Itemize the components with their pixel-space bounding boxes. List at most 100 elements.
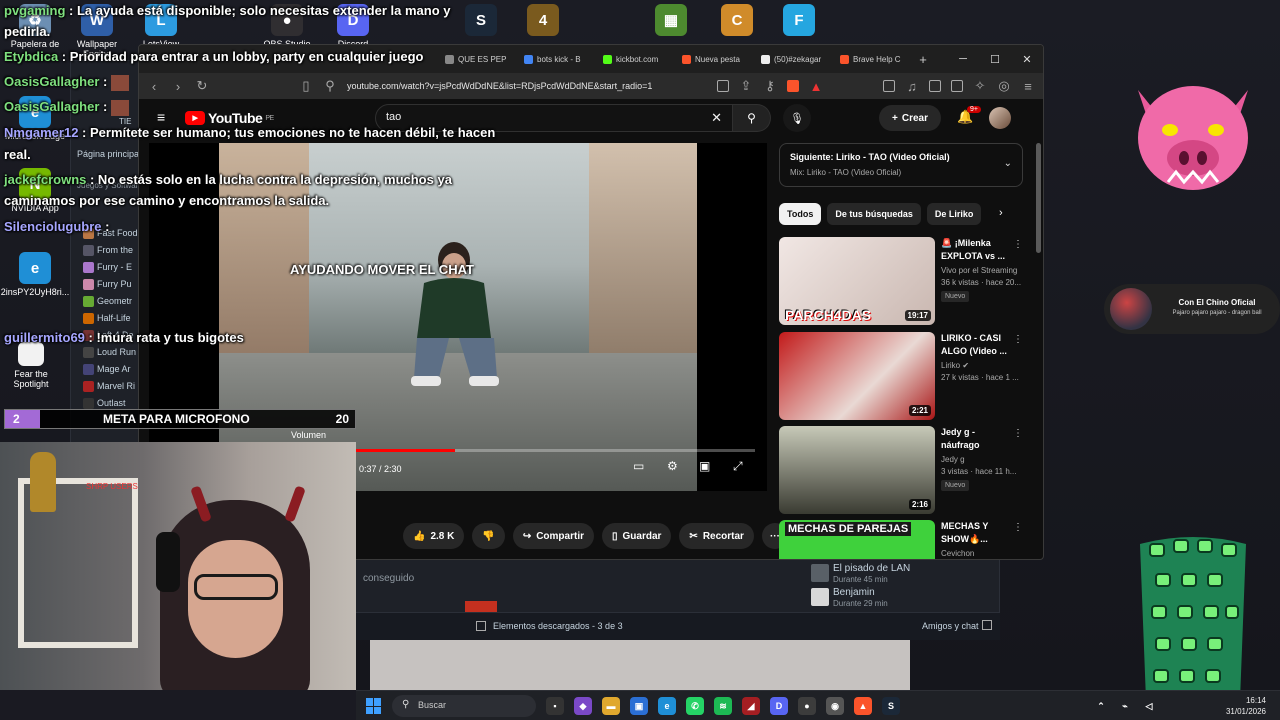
account-avatar[interactable] [989, 107, 1011, 129]
steam-game-item[interactable]: Geometr [83, 293, 132, 309]
clear-search-icon[interactable]: ✕ [711, 110, 722, 126]
menu-icon[interactable]: ≡ [1021, 79, 1035, 94]
task-view-icon[interactable]: ▪ [546, 697, 564, 715]
reload-icon[interactable]: ↻ [195, 78, 209, 94]
steam-game-item[interactable]: Marvel Ri [83, 378, 135, 394]
tab-search-icon[interactable] [951, 80, 963, 92]
music-icon[interactable]: ♫ [905, 79, 919, 94]
start-button[interactable] [366, 698, 382, 714]
volume-icon[interactable]: ◁ [1140, 697, 1158, 715]
miniplayer-icon[interactable]: ▣ [699, 459, 710, 473]
copilot-icon[interactable]: ◆ [574, 697, 592, 715]
steam-game-item[interactable]: Mage Ar [83, 361, 131, 377]
app-icon[interactable]: ◉ [826, 697, 844, 715]
friends-chat-button[interactable]: Amigos y chat [922, 621, 979, 631]
tlauncher-shortcut[interactable]: ▦ [636, 4, 706, 39]
building-right [589, 143, 697, 363]
sidebar-icon[interactable] [883, 80, 895, 92]
downloads-status[interactable]: Elementos descargados - 3 de 3 [493, 621, 623, 631]
recommendation-item[interactable]: PARCH4DAS 19:17 🚨 ¡Milenka EXPLOTA vs ..… [779, 237, 1023, 327]
steam-home-label[interactable]: Página principal [77, 149, 141, 159]
file-explorer-icon[interactable]: ▬ [602, 697, 620, 715]
recommendation-item[interactable]: MECHAS DE PAREJAS MECHAS Y SHOW🔥... Cevi… [779, 520, 1023, 559]
more-vert-icon[interactable]: ⋮ [1013, 239, 1023, 250]
back-icon[interactable]: ‹ [147, 79, 161, 94]
create-button[interactable]: + Crear [879, 105, 941, 131]
steam-game-item[interactable]: Half-Life [83, 310, 131, 326]
chip-from-liriko[interactable]: De Liriko [926, 203, 982, 225]
site-info-icon[interactable]: ⚲ [323, 78, 337, 94]
friend-avatar [811, 588, 829, 606]
minimize-button[interactable]: ─ [947, 53, 979, 65]
vpn-icon[interactable]: ◎ [997, 78, 1011, 94]
new-tab-button[interactable]: + [913, 52, 933, 67]
recommendation-item[interactable]: 2:21 LIRIKO - CASI ALGO (Video ... Lirik… [779, 332, 1023, 422]
chevron-down-icon[interactable]: ⌄ [1004, 158, 1012, 169]
close-window-button[interactable]: ✕ [1011, 53, 1043, 66]
photos-icon[interactable]: ▣ [630, 697, 648, 715]
more-vert-icon[interactable]: ⋮ [1013, 334, 1023, 345]
recommendation-item[interactable]: 2:16 Jedy g - náufrago Jedy g 3 vistas ·… [779, 426, 1023, 516]
scrollbar[interactable] [1036, 143, 1041, 253]
share-icon[interactable]: ⇪ [739, 78, 753, 94]
reading-list-icon[interactable] [929, 80, 941, 92]
browser-tab[interactable]: bots kick - B [518, 48, 596, 70]
share-button[interactable]: ↪ Compartir [512, 523, 594, 549]
brave-icon[interactable]: ▲ [854, 697, 872, 715]
rewards-icon[interactable]: ▲ [809, 79, 823, 94]
browser-tab[interactable]: Nueva pesta [676, 48, 754, 70]
edge-link-shortcut[interactable]: e 2insPY2UyH8ri... [0, 252, 70, 297]
browser-tab[interactable]: QUE ES PEP [439, 48, 517, 70]
dota-icon[interactable]: ◢ [742, 697, 760, 715]
steam-icon[interactable]: S [882, 697, 900, 715]
ai-icon[interactable]: ✧ [973, 78, 987, 94]
browser-tab[interactable]: (50)#zekagar [755, 48, 833, 70]
video-progress-bar[interactable] [355, 449, 755, 452]
cs2-shortcut[interactable]: C [702, 4, 772, 39]
chevron-right-icon[interactable]: › [999, 207, 1003, 219]
steam-game-item[interactable]: Furry - E [83, 259, 132, 275]
subtitles-icon[interactable]: ▭ [633, 459, 644, 473]
brave-shields-icon[interactable] [787, 80, 799, 92]
network-icon[interactable]: ⌁ [1116, 697, 1134, 715]
spotify-icon[interactable]: ≋ [714, 697, 732, 715]
fullscreen-icon[interactable]: ⤢ [733, 459, 743, 474]
chip-from-searches[interactable]: De tus búsquedas [827, 203, 921, 225]
steam-game-item[interactable]: From the [83, 242, 133, 258]
browser-tab[interactable]: kickbot.com [597, 48, 675, 70]
browser-tab[interactable]: Brave Help C [834, 48, 912, 70]
clip-button[interactable]: ✂ Recortar [679, 523, 754, 549]
maximize-button[interactable]: ☐ [979, 53, 1011, 66]
dislike-button[interactable]: 👎 [472, 523, 505, 549]
save-button[interactable]: ▯ Guardar [602, 523, 672, 549]
like-button[interactable]: 👍 2.8 K [403, 523, 465, 549]
up-next-panel[interactable]: Siguiente: Liriko - TAO (Video Oficial) … [779, 143, 1023, 187]
friend-item[interactable]: El pisado de LAN Durante 45 min [811, 563, 910, 585]
search-button[interactable]: ⚲ [733, 104, 771, 132]
key-icon[interactable]: ⚷ [763, 78, 777, 94]
url-field[interactable]: youtube.com/watch?v=jsPcdWdDdNE&list=RDj… [347, 81, 707, 91]
chip-all[interactable]: Todos [779, 203, 822, 225]
more-vert-icon[interactable]: ⋮ [1013, 428, 1023, 439]
more-vert-icon[interactable]: ⋮ [1013, 522, 1023, 533]
taskbar-search[interactable]: ⚲ Buscar [392, 695, 536, 717]
steam-shortcut[interactable]: S [446, 4, 516, 39]
chat-message: pvgaming : La ayuda está disponible; sol… [4, 1, 450, 20]
fortnite-shortcut[interactable]: F [764, 4, 834, 39]
discord-icon[interactable]: D [770, 697, 788, 715]
taskbar-clock[interactable]: 16:14 31/01/2026 [1226, 695, 1266, 717]
chat-username: OasisGallagher [4, 99, 100, 114]
obs-icon[interactable]: ● [798, 697, 816, 715]
forward-icon[interactable]: › [171, 79, 185, 94]
fear-spotlight-shortcut[interactable]: Fear the Spotlight [0, 342, 66, 389]
friend-item[interactable]: Benjamin Durante 29 min [811, 587, 888, 609]
system-tray-icon[interactable]: ⌃ [1092, 697, 1110, 715]
cast-icon[interactable] [717, 80, 729, 92]
settings-gear-icon[interactable]: ⚙ [667, 459, 678, 473]
l4d2-shortcut[interactable]: 4 [508, 4, 578, 39]
voice-search-button[interactable]: 🎙 [783, 104, 811, 132]
whatsapp-icon[interactable]: ✆ [686, 697, 704, 715]
edge-icon[interactable]: e [658, 697, 676, 715]
steam-game-item[interactable]: Furry Pu [83, 276, 132, 292]
bookmark-icon[interactable]: ▯ [299, 78, 313, 94]
